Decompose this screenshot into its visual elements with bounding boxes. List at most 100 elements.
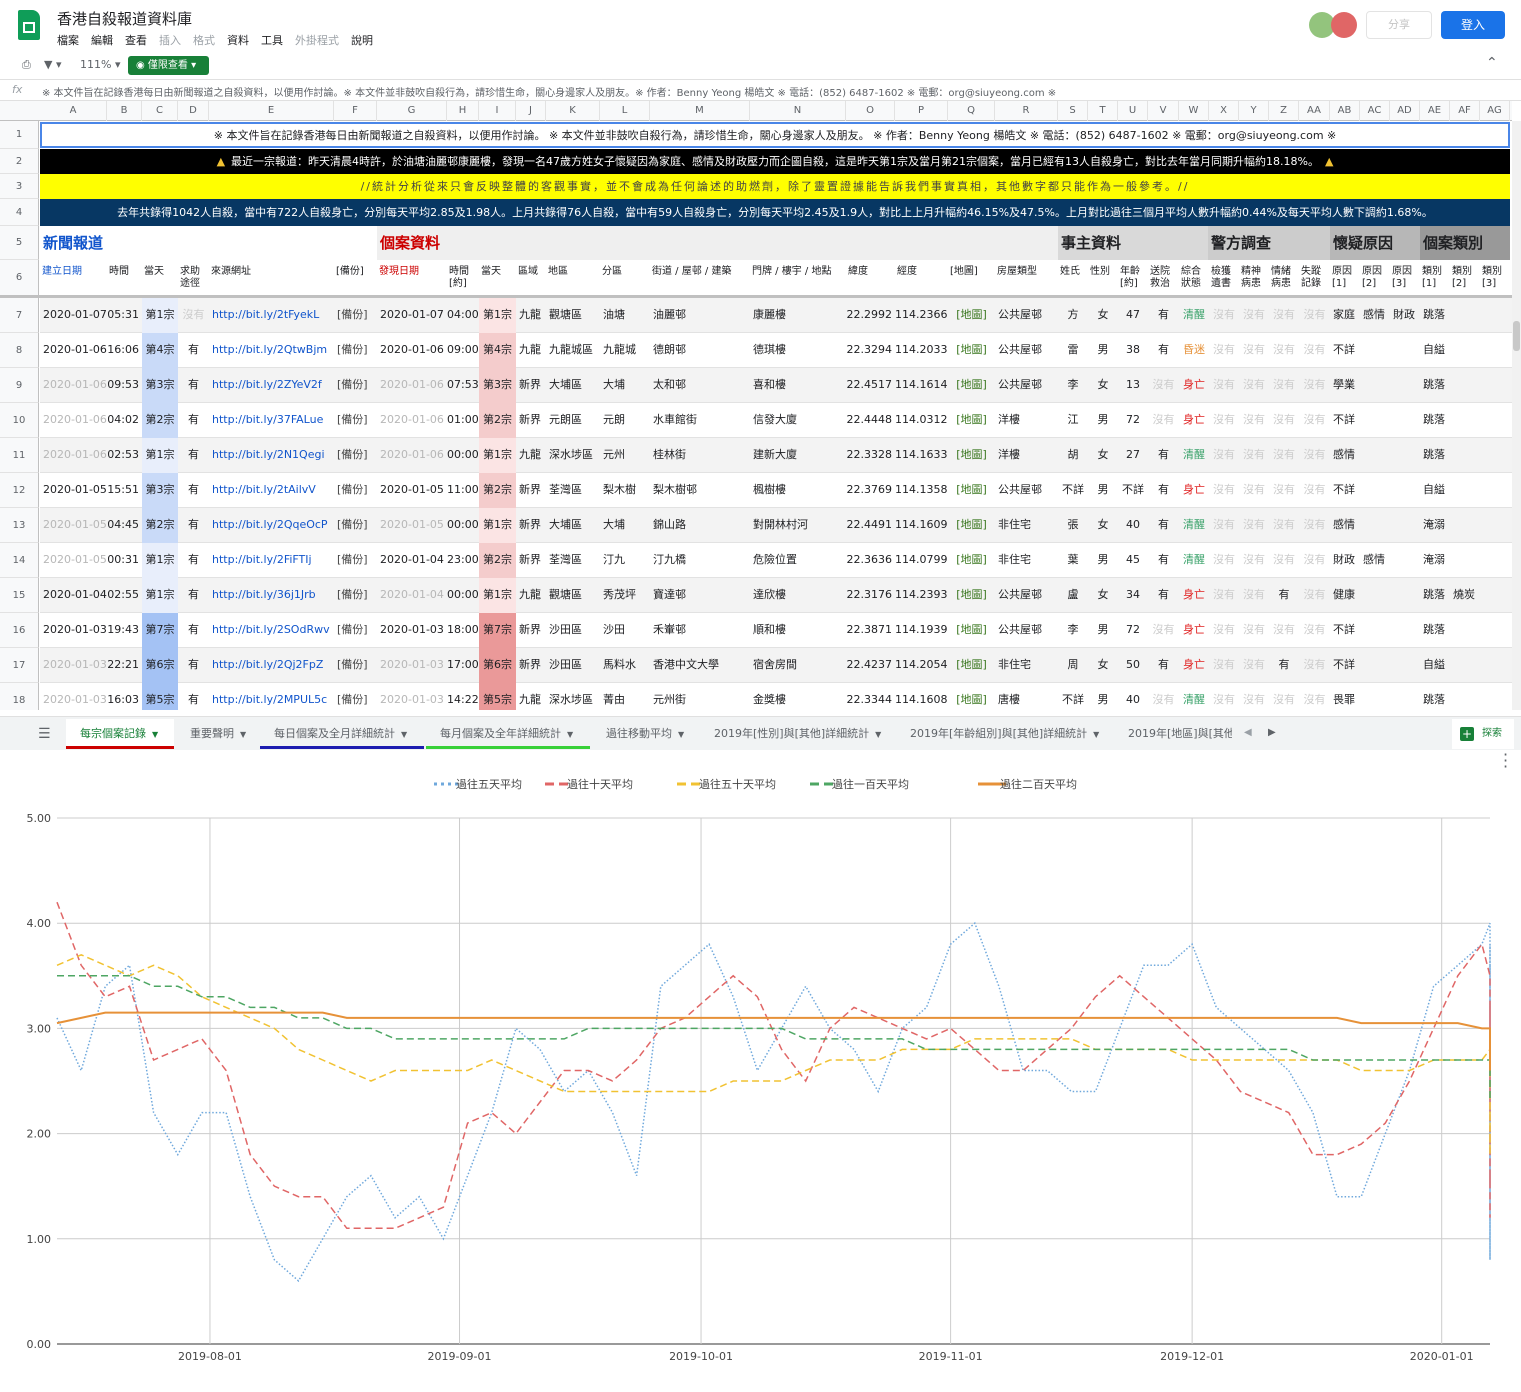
- table-cell[interactable]: 第3宗: [142, 368, 178, 403]
- column-header[interactable]: AG: [1480, 101, 1510, 121]
- table-cell[interactable]: 跳落: [1420, 683, 1450, 710]
- menu-item[interactable]: 檔案: [57, 32, 79, 48]
- table-cell[interactable]: [備份]: [334, 508, 377, 543]
- table-cell[interactable]: 跳落: [1420, 298, 1450, 333]
- table-cell[interactable]: 22.3871: [846, 613, 895, 648]
- table-cell[interactable]: 新界: [516, 648, 546, 683]
- table-cell[interactable]: 李: [1058, 613, 1088, 648]
- table-cell[interactable]: 04:00: [447, 298, 479, 333]
- menu-item[interactable]: 查看: [125, 32, 147, 48]
- table-cell[interactable]: 沒有: [1209, 403, 1239, 438]
- table-cell[interactable]: http://bit.ly/2QqeOcP: [209, 508, 334, 543]
- table-cell[interactable]: 胡: [1058, 438, 1088, 473]
- table-cell[interactable]: 38: [1118, 333, 1148, 368]
- table-cell[interactable]: 有: [178, 368, 209, 403]
- table-cell[interactable]: 22.4517: [846, 368, 895, 403]
- table-cell[interactable]: 沒有: [1269, 298, 1299, 333]
- table-cell[interactable]: 第1宗: [142, 298, 178, 333]
- table-cell[interactable]: 2020-01-05: [40, 543, 107, 578]
- table-cell[interactable]: 身亡: [1179, 368, 1209, 403]
- all-sheets-menu-icon[interactable]: ☰: [38, 726, 51, 742]
- table-cell[interactable]: [備份]: [334, 648, 377, 683]
- table-cell[interactable]: 沒有: [1239, 578, 1269, 613]
- table-cell[interactable]: 不詳: [1058, 683, 1088, 710]
- table-cell[interactable]: 114.2366: [895, 298, 948, 333]
- table-cell[interactable]: 跳落: [1420, 438, 1450, 473]
- table-cell[interactable]: 有: [1148, 508, 1179, 543]
- table-cell[interactable]: 跳落: [1420, 403, 1450, 438]
- table-cell[interactable]: 114.2393: [895, 578, 948, 613]
- table-cell[interactable]: 清醒: [1179, 508, 1209, 543]
- column-header[interactable]: F: [334, 101, 377, 121]
- table-cell[interactable]: 元朗: [600, 403, 650, 438]
- table-cell[interactable]: [地圖]: [948, 298, 995, 333]
- table-cell[interactable]: 沒有: [1239, 333, 1269, 368]
- table-cell[interactable]: [地圖]: [948, 683, 995, 710]
- table-cell[interactable]: 沒有: [1299, 333, 1330, 368]
- table-cell[interactable]: [1450, 648, 1480, 683]
- table-cell[interactable]: 張: [1058, 508, 1088, 543]
- zoom-select[interactable]: 111% ▾: [80, 58, 120, 71]
- table-cell[interactable]: 公共屋邨: [995, 613, 1058, 648]
- table-cell[interactable]: 自縊: [1420, 648, 1450, 683]
- table-cell[interactable]: 18:00: [447, 613, 479, 648]
- section-header-police[interactable]: 警方調查: [1208, 226, 1330, 260]
- table-cell[interactable]: 有: [178, 438, 209, 473]
- table-cell[interactable]: 2020-01-04: [377, 543, 447, 578]
- section-header-person[interactable]: 事主資料: [1058, 226, 1208, 260]
- table-cell[interactable]: 沒有: [1269, 333, 1299, 368]
- column-title[interactable]: 街道 / 屋邨 / 建築: [652, 260, 749, 296]
- table-cell[interactable]: 00:00: [447, 508, 479, 543]
- table-cell[interactable]: 不詳: [1330, 613, 1360, 648]
- table-cell[interactable]: 梨木樹邨: [650, 473, 750, 508]
- table-cell[interactable]: 男: [1088, 403, 1118, 438]
- column-title[interactable]: 年齡[約]: [1120, 260, 1147, 296]
- column-title[interactable]: 類別[3]: [1482, 260, 1509, 296]
- collapse-chevron-icon[interactable]: ⌃: [1486, 55, 1498, 71]
- table-cell[interactable]: 新界: [516, 613, 546, 648]
- table-cell[interactable]: 114.1609: [895, 508, 948, 543]
- table-cell[interactable]: 2020-01-05: [377, 508, 447, 543]
- table-cell[interactable]: 有: [178, 403, 209, 438]
- table-cell[interactable]: 有: [178, 333, 209, 368]
- table-cell[interactable]: 女: [1088, 508, 1118, 543]
- table-cell[interactable]: 大埔: [600, 368, 650, 403]
- table-cell[interactable]: 身亡: [1179, 578, 1209, 613]
- table-cell[interactable]: 香港中文大學: [650, 648, 750, 683]
- table-cell[interactable]: 2020-01-03: [377, 613, 447, 648]
- table-cell[interactable]: [1450, 473, 1480, 508]
- series-line[interactable]: [56, 921, 1491, 1283]
- table-cell[interactable]: 九龍城: [600, 333, 650, 368]
- table-cell[interactable]: 15:51: [107, 473, 142, 508]
- series-line[interactable]: [56, 953, 1491, 1155]
- table-cell[interactable]: 72: [1118, 613, 1148, 648]
- row-header[interactable]: 18: [0, 683, 39, 710]
- table-cell[interactable]: [1390, 543, 1420, 578]
- table-cell[interactable]: 第4宗: [142, 333, 178, 368]
- table-cell[interactable]: 女: [1088, 578, 1118, 613]
- table-cell[interactable]: 梨木樹: [600, 473, 650, 508]
- table-cell[interactable]: 沒有: [1299, 368, 1330, 403]
- table-cell[interactable]: 跳落: [1420, 578, 1450, 613]
- table-cell[interactable]: 感情: [1360, 543, 1390, 578]
- sheet-tab[interactable]: 2019年[地區]與[其他: [1114, 719, 1232, 749]
- table-cell[interactable]: 清醒: [1179, 683, 1209, 710]
- table-cell[interactable]: 2020-01-03: [377, 683, 447, 710]
- table-cell[interactable]: [1480, 298, 1510, 333]
- table-cell[interactable]: 沒有: [1148, 683, 1179, 710]
- table-cell[interactable]: 沒有: [1269, 473, 1299, 508]
- table-cell[interactable]: 114.2033: [895, 333, 948, 368]
- table-cell[interactable]: 非住宅: [995, 508, 1058, 543]
- column-header[interactable]: K: [546, 101, 600, 121]
- table-cell[interactable]: 沒有: [1239, 648, 1269, 683]
- table-cell[interactable]: 有: [1148, 578, 1179, 613]
- table-cell[interactable]: [地圖]: [948, 403, 995, 438]
- table-cell[interactable]: 新界: [516, 508, 546, 543]
- table-cell[interactable]: 身亡: [1179, 648, 1209, 683]
- table-cell[interactable]: 健康: [1330, 578, 1360, 613]
- table-cell[interactable]: 沒有: [1148, 368, 1179, 403]
- table-cell[interactable]: 2020-01-06: [377, 438, 447, 473]
- table-cell[interactable]: 男: [1088, 473, 1118, 508]
- table-cell[interactable]: 沒有: [1209, 298, 1239, 333]
- column-header[interactable]: J: [516, 101, 546, 121]
